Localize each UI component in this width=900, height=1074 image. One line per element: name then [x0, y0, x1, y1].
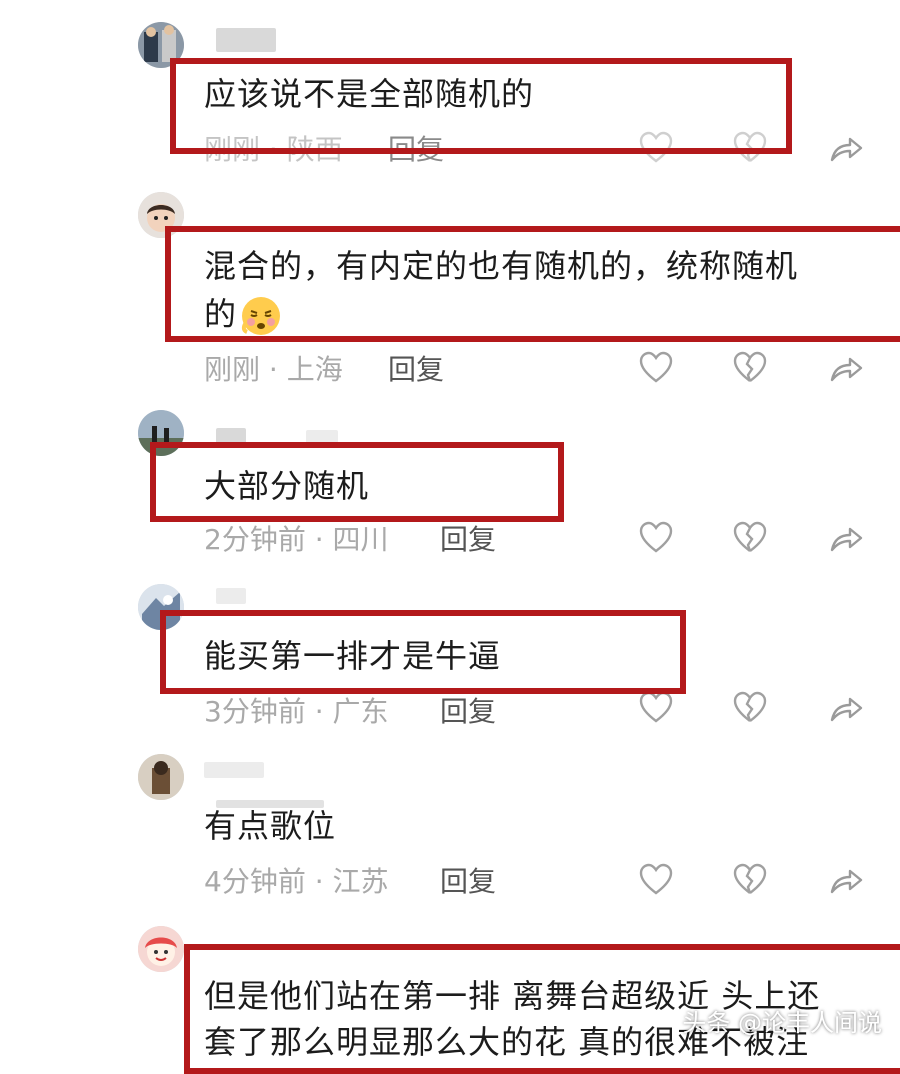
broken-heart-icon[interactable]	[732, 690, 768, 726]
share-icon[interactable]	[828, 862, 864, 898]
heart-icon[interactable]	[638, 350, 674, 386]
avatar[interactable]	[138, 754, 184, 800]
comment-location: 上海	[286, 353, 343, 386]
broken-heart-icon[interactable]	[732, 862, 768, 898]
reply-button[interactable]: 回复	[440, 862, 496, 902]
highlight-box	[150, 442, 564, 522]
broken-heart-icon[interactable]	[732, 350, 768, 386]
comment-meta: 3分钟前 · 广东	[204, 692, 389, 732]
comment-meta: 刚刚 · 上海	[204, 350, 343, 390]
meta-separator: ·	[314, 865, 324, 898]
share-icon[interactable]	[828, 690, 864, 726]
comment-meta: 2分钟前 · 四川	[204, 520, 389, 560]
username-redacted[interactable]	[216, 28, 276, 52]
comment-time: 刚刚	[204, 353, 261, 386]
highlight-box	[165, 226, 900, 342]
share-icon[interactable]	[828, 130, 864, 166]
meta-separator: ·	[314, 695, 324, 728]
comment-location: 广东	[332, 695, 389, 728]
reply-button[interactable]: 回复	[388, 350, 444, 390]
share-icon[interactable]	[828, 520, 864, 556]
watermark: 头条 @论丰人间说	[682, 1009, 882, 1037]
comment-location: 四川	[332, 523, 389, 556]
heart-icon[interactable]	[638, 520, 674, 556]
username-redacted-faint	[204, 762, 264, 778]
avatar[interactable]	[138, 926, 184, 972]
comment-meta: 4分钟前 · 江苏	[204, 862, 389, 902]
highlight-box	[170, 58, 792, 154]
comment-location: 江苏	[332, 865, 389, 898]
broken-heart-icon[interactable]	[732, 520, 768, 556]
comment-time: 4分钟前	[204, 865, 306, 898]
highlight-box	[160, 610, 686, 694]
username-redacted-faint	[216, 588, 246, 604]
reply-button[interactable]: 回复	[440, 520, 496, 560]
heart-icon[interactable]	[638, 862, 674, 898]
heart-icon[interactable]	[638, 690, 674, 726]
meta-separator: ·	[314, 523, 324, 556]
meta-separator: ·	[268, 353, 278, 386]
comment-text: 有点歌位	[204, 807, 337, 845]
reply-button[interactable]: 回复	[440, 692, 496, 732]
comment-time: 2分钟前	[204, 523, 306, 556]
share-icon[interactable]	[828, 350, 864, 386]
comment-time: 3分钟前	[204, 695, 306, 728]
